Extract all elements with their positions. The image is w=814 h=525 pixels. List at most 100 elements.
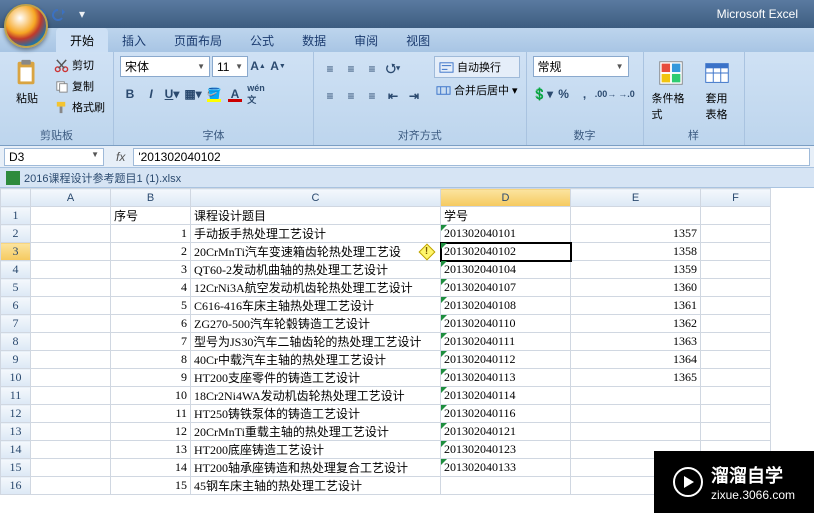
cell[interactable] <box>31 297 111 315</box>
cell[interactable]: 1361 <box>571 297 701 315</box>
cell[interactable] <box>31 387 111 405</box>
cell[interactable]: 201302040108 <box>441 297 571 315</box>
cell[interactable]: 13 <box>111 441 191 459</box>
row-header[interactable]: 14 <box>1 441 31 459</box>
cell[interactable]: 20CrMnTi汽车变速箱齿轮热处理工艺设 <box>191 243 441 261</box>
phonetic-button[interactable]: wén文 <box>246 84 266 104</box>
underline-button[interactable]: U▾ <box>162 84 182 104</box>
cell[interactable]: 1365 <box>571 369 701 387</box>
cell[interactable] <box>31 369 111 387</box>
cell[interactable]: 1362 <box>571 315 701 333</box>
cell[interactable]: 7 <box>111 333 191 351</box>
cell[interactable]: 1363 <box>571 333 701 351</box>
increase-indent-icon[interactable]: ⇥ <box>404 86 424 106</box>
font-color-button[interactable]: A <box>225 84 245 104</box>
cell[interactable] <box>31 477 111 495</box>
cell[interactable]: 201302040102 <box>441 243 571 261</box>
cell[interactable]: 15 <box>111 477 191 495</box>
cell[interactable]: 3 <box>111 261 191 279</box>
cell[interactable]: 201302040116 <box>441 405 571 423</box>
worksheet-area[interactable]: A B C D E F 1序号课程设计题目学号21手动扳手热处理工艺设计2013… <box>0 188 814 495</box>
tab-insert[interactable]: 插入 <box>108 28 160 52</box>
cell[interactable] <box>571 207 701 225</box>
col-header[interactable]: A <box>31 189 111 207</box>
col-header[interactable]: E <box>571 189 701 207</box>
cell[interactable] <box>701 369 771 387</box>
fx-icon[interactable]: fx <box>108 150 133 164</box>
cell[interactable]: 201302040104 <box>441 261 571 279</box>
name-box[interactable]: D3▼ <box>4 148 104 166</box>
cell[interactable] <box>31 459 111 477</box>
cell[interactable] <box>31 333 111 351</box>
cell[interactable]: 型号为JS30汽车二轴齿轮的热处理工艺设计 <box>191 333 441 351</box>
cell[interactable]: 课程设计题目 <box>191 207 441 225</box>
col-header[interactable]: C <box>191 189 441 207</box>
row-header[interactable]: 11 <box>1 387 31 405</box>
cell[interactable]: 11 <box>111 405 191 423</box>
wrap-text-button[interactable]: 自动换行 <box>434 56 520 78</box>
row-header[interactable]: 2 <box>1 225 31 243</box>
font-size-select[interactable]: 11▼ <box>212 56 248 77</box>
cell[interactable]: 14 <box>111 459 191 477</box>
cell[interactable] <box>701 423 771 441</box>
currency-icon[interactable]: 💲▾ <box>533 84 553 104</box>
tab-home[interactable]: 开始 <box>56 28 108 52</box>
cell[interactable] <box>701 351 771 369</box>
cell[interactable]: QT60-2发动机曲轴的热处理工艺设计 <box>191 261 441 279</box>
qat-dropdown-icon[interactable]: ▾ <box>74 6 90 22</box>
cell[interactable]: 4 <box>111 279 191 297</box>
row-header[interactable]: 10 <box>1 369 31 387</box>
cell[interactable]: 1364 <box>571 351 701 369</box>
row-header[interactable]: 4 <box>1 261 31 279</box>
spreadsheet-grid[interactable]: A B C D E F 1序号课程设计题目学号21手动扳手热处理工艺设计2013… <box>0 188 771 495</box>
cell[interactable]: 201302040111 <box>441 333 571 351</box>
row-header[interactable]: 16 <box>1 477 31 495</box>
fill-color-button[interactable]: 🪣 <box>204 84 224 104</box>
cell[interactable] <box>701 207 771 225</box>
cell[interactable]: 6 <box>111 315 191 333</box>
tab-view[interactable]: 视图 <box>392 28 444 52</box>
cell[interactable]: HT250铸铁泵体的铸造工艺设计 <box>191 405 441 423</box>
align-top-icon[interactable]: ≡ <box>320 59 340 79</box>
increase-decimal-icon[interactable]: .00→ <box>596 84 616 104</box>
increase-font-icon[interactable]: A▲ <box>248 56 268 76</box>
cell[interactable] <box>31 207 111 225</box>
cell[interactable]: C616-416车床主轴热处理工艺设计 <box>191 297 441 315</box>
border-button[interactable]: ▦▾ <box>183 84 203 104</box>
cell[interactable] <box>701 297 771 315</box>
formula-input[interactable]: '201302040102 <box>133 148 810 166</box>
format-painter-button[interactable]: 格式刷 <box>52 98 107 116</box>
cell[interactable]: 8 <box>111 351 191 369</box>
cell[interactable] <box>571 405 701 423</box>
cell[interactable] <box>701 279 771 297</box>
row-header[interactable]: 6 <box>1 297 31 315</box>
cell[interactable] <box>701 315 771 333</box>
cell[interactable] <box>31 279 111 297</box>
decrease-font-icon[interactable]: A▼ <box>268 56 288 76</box>
cell[interactable]: 45钢车床主轴的热处理工艺设计 <box>191 477 441 495</box>
cell[interactable]: 201302040110 <box>441 315 571 333</box>
cell[interactable]: 201302040107 <box>441 279 571 297</box>
redo-icon[interactable] <box>52 6 68 22</box>
cell[interactable] <box>31 225 111 243</box>
align-center-icon[interactable]: ≡ <box>341 86 361 106</box>
cell[interactable] <box>31 243 111 261</box>
cell[interactable] <box>31 261 111 279</box>
cell[interactable]: 40Cr中载汽车主轴的热处理工艺设计 <box>191 351 441 369</box>
cell[interactable] <box>571 423 701 441</box>
percent-icon[interactable]: % <box>554 84 574 104</box>
cell[interactable]: 201302040123 <box>441 441 571 459</box>
orientation-icon[interactable]: ⭯▾ <box>383 59 403 79</box>
cell[interactable] <box>701 405 771 423</box>
number-format-select[interactable]: 常规▼ <box>533 56 629 77</box>
cell[interactable]: 学号 <box>441 207 571 225</box>
merge-center-button[interactable]: 合并后居中▾ <box>434 81 520 99</box>
row-header[interactable]: 12 <box>1 405 31 423</box>
cell[interactable] <box>701 333 771 351</box>
cell[interactable]: 手动扳手热处理工艺设计 <box>191 225 441 243</box>
cell[interactable]: 5 <box>111 297 191 315</box>
copy-button[interactable]: 复制 <box>52 77 107 95</box>
cell[interactable] <box>701 225 771 243</box>
tab-page-layout[interactable]: 页面布局 <box>160 28 236 52</box>
cell[interactable] <box>31 315 111 333</box>
